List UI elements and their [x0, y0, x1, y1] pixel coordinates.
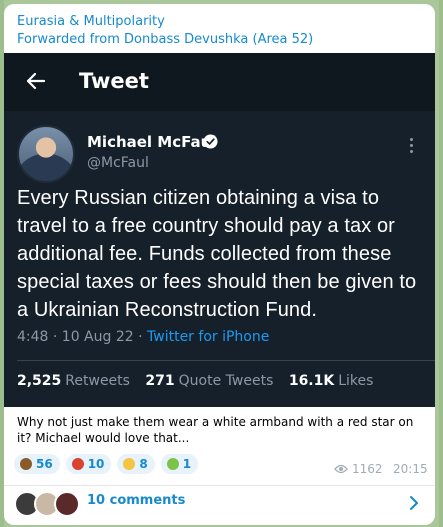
- likes-count: 16.1K: [288, 373, 335, 389]
- poop-emoji-icon: [20, 458, 32, 470]
- quotes-label: Quote Tweets: [178, 373, 274, 389]
- author-name: Michael McFaul: [87, 133, 217, 151]
- reaction-count: 8: [139, 457, 148, 471]
- nauseated-face-emoji-icon: [166, 458, 179, 470]
- comments-divider: [4, 485, 435, 486]
- message-caption: Why not just make them wear a white armb…: [17, 415, 414, 445]
- comments-button[interactable]: 10 comments: [87, 493, 185, 508]
- likes-label: Likes: [338, 373, 374, 389]
- reaction-count: 1: [182, 457, 192, 471]
- author-avatar: [17, 125, 75, 183]
- verified-badge-icon: [203, 134, 218, 149]
- tweet-meta: 4:48 · 10 Aug 22 · Twitter for iPhone: [17, 329, 269, 345]
- back-arrow-icon: [26, 72, 46, 90]
- angry-face-emoji-icon: [71, 458, 84, 470]
- reaction-grinning[interactable]: 8: [117, 454, 155, 474]
- reaction-poop[interactable]: 56: [14, 454, 60, 474]
- retweets-count: 2,525: [17, 373, 62, 389]
- reaction-count: 10: [87, 457, 105, 471]
- tweet-divider: [17, 360, 435, 361]
- message-bubble[interactable]: Eurasia & Multipolarity Forwarded from D…: [4, 4, 435, 525]
- tweet-screenshot[interactable]: Tweet Michael McFaul @McFaul Every Russi…: [4, 53, 435, 407]
- retweets-label: Retweets: [65, 373, 130, 389]
- tweet-header-title: Tweet: [79, 69, 149, 93]
- grinning-face-emoji-icon: [123, 458, 136, 470]
- forwarded-from[interactable]: Forwarded from Donbass Devushka (Area 52…: [17, 32, 313, 48]
- more-options-icon: [410, 138, 414, 154]
- message-time: 20:15: [393, 462, 428, 476]
- commenter-avatar: [54, 491, 80, 517]
- author-handle: @McFaul: [87, 155, 149, 171]
- eye-icon: [334, 464, 348, 474]
- tweet-timestamp: 4:48 · 10 Aug 22 ·: [17, 329, 143, 345]
- channel-name[interactable]: Eurasia & Multipolarity: [17, 14, 165, 30]
- chat-background-right: [439, 0, 443, 527]
- chevron-right-icon[interactable]: [409, 495, 419, 511]
- commenter-avatars: [14, 491, 82, 517]
- tweet-source: Twitter for iPhone: [147, 329, 270, 345]
- quotes-count: 271: [145, 373, 175, 389]
- reaction-count: 56: [36, 457, 53, 471]
- reaction-nauseated[interactable]: 1: [160, 454, 199, 474]
- reactions-bar: 56 10 8 1: [14, 454, 199, 474]
- tweet-stats: 2,525 Retweets 271 Quote Tweets 16.1K Likes: [17, 373, 373, 389]
- views-value: 1162: [352, 462, 383, 476]
- tweet-text: Every Russian citizen obtaining a visa t…: [17, 187, 417, 321]
- view-count: 1162: [334, 462, 383, 476]
- reaction-angry[interactable]: 10: [65, 454, 112, 474]
- tweet-header: Tweet: [4, 53, 435, 111]
